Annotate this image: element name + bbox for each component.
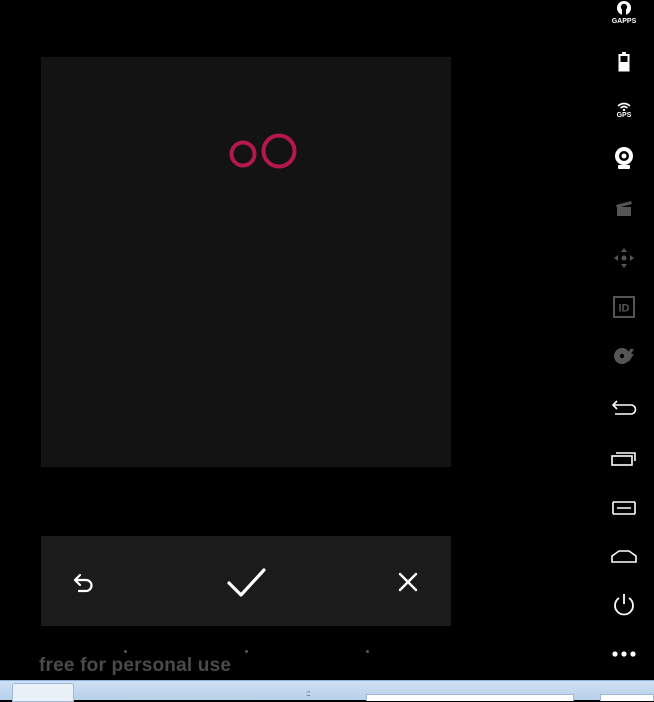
undo-icon — [73, 573, 93, 593]
sidebar-item-camera[interactable] — [596, 138, 652, 178]
recent-apps-icon — [611, 452, 636, 466]
power-icon — [614, 594, 634, 616]
close-icon — [398, 572, 418, 592]
sidebar-item-gapps[interactable]: GAPPS — [596, 0, 652, 32]
sidebar-item-more[interactable] — [596, 634, 652, 674]
taskbar-window-button[interactable] — [366, 694, 574, 701]
gps-icon — [617, 102, 631, 111]
sidebar-item-power[interactable] — [596, 585, 652, 625]
more-icon — [612, 651, 636, 657]
host-taskbar: ::: — [0, 680, 654, 702]
emulator-sidebar: GAPPS GPS ID — [596, 0, 654, 680]
editor-canvas[interactable] — [41, 57, 451, 467]
taskbar-grip[interactable]: ::: — [306, 689, 311, 698]
checkmark-icon — [227, 568, 266, 597]
confirm-button[interactable] — [227, 564, 267, 600]
sidebar-item-label: GPS — [616, 111, 632, 119]
back-icon — [611, 400, 637, 415]
sidebar-item-disk[interactable] — [596, 336, 652, 376]
home-icon — [611, 550, 637, 563]
sidebar-item-media[interactable] — [596, 188, 652, 228]
sidebar-item-menu[interactable] — [596, 488, 652, 528]
dpad-icon — [614, 248, 634, 268]
cancel-button[interactable] — [390, 564, 426, 600]
sidebar-item-id[interactable]: ID — [596, 287, 652, 327]
clapperboard-icon — [616, 201, 632, 216]
sidebar-item-gps[interactable]: GPS — [596, 90, 652, 130]
webcam-icon — [615, 147, 633, 169]
sidebar-item-label: GAPPS — [611, 18, 637, 25]
svg-text:ID: ID — [619, 303, 630, 315]
id-icon: ID — [613, 296, 635, 318]
disk-icon — [614, 348, 634, 364]
sidebar-item-home[interactable] — [596, 537, 652, 577]
watermark-text: free for personal use — [39, 655, 232, 676]
menu-icon — [612, 501, 636, 515]
two-rings-logo-icon — [229, 133, 297, 169]
sidebar-item-battery[interactable] — [596, 42, 652, 82]
start-button[interactable] — [12, 683, 74, 702]
gapps-icon — [617, 1, 631, 15]
taskbar-tray[interactable] — [600, 694, 654, 701]
action-bar — [41, 536, 451, 626]
battery-icon — [618, 52, 630, 72]
undo-button[interactable] — [66, 564, 102, 600]
sidebar-item-back[interactable] — [596, 388, 652, 428]
sidebar-item-recent[interactable] — [596, 438, 652, 478]
sidebar-item-dpad[interactable] — [596, 238, 652, 278]
